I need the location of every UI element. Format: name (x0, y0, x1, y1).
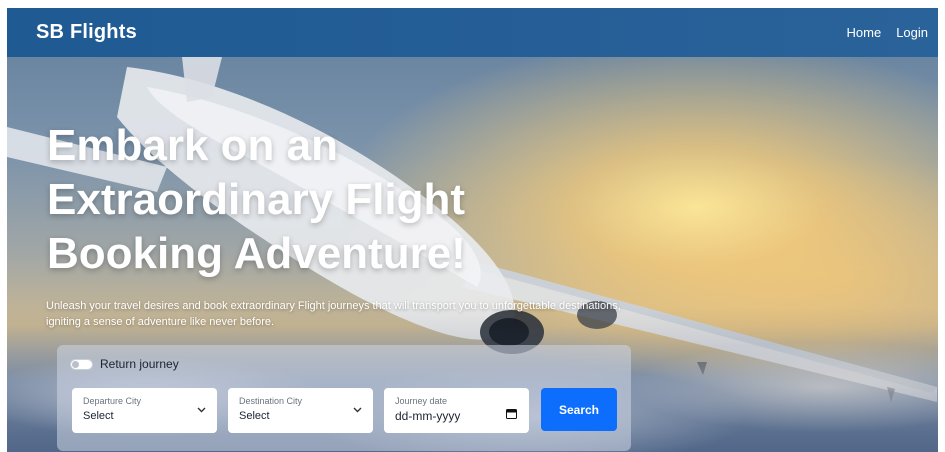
destination-city-select[interactable]: Destination City Select (228, 388, 373, 433)
navbar: SB Flights Home Login (7, 8, 938, 57)
destination-city-label: Destination City (239, 396, 303, 406)
departure-city-value: Select (83, 410, 114, 422)
hero-section: Embark on an Extraordinary Flight Bookin… (7, 57, 938, 452)
departure-city-select[interactable]: Departure City Select (72, 388, 217, 433)
flight-search-panel: Return journey Departure City Select Des… (57, 345, 631, 451)
return-journey-label[interactable]: Return journey (100, 357, 179, 371)
nav-home-link[interactable]: Home (847, 25, 882, 40)
chevron-down-icon (353, 407, 362, 413)
return-journey-toggle[interactable] (70, 358, 93, 370)
departure-city-label: Departure City (83, 396, 142, 406)
hero-subtext: Unleash your travel desires and book ext… (46, 300, 621, 328)
journey-date-label: Journey date (395, 396, 448, 406)
hero-headline: Embark on an Extraordinary Flight Bookin… (47, 121, 466, 278)
app-frame: SB Flights Home Login Embark on an Extra… (7, 8, 938, 452)
nav-login-link[interactable]: Login (896, 25, 928, 40)
search-button[interactable]: Search (541, 388, 617, 431)
journey-date-input[interactable]: Journey date dd-mm-yyyy (384, 388, 529, 433)
toggle-knob (72, 360, 79, 368)
brand-logo[interactable]: SB Flights (36, 21, 137, 44)
calendar-icon[interactable] (506, 408, 517, 419)
nav-links: Home Login (847, 25, 929, 40)
chevron-down-icon (197, 407, 206, 413)
return-journey-toggle-row: Return journey (70, 357, 179, 371)
destination-city-value: Select (239, 410, 270, 422)
journey-date-value: dd-mm-yyyy (395, 409, 461, 423)
